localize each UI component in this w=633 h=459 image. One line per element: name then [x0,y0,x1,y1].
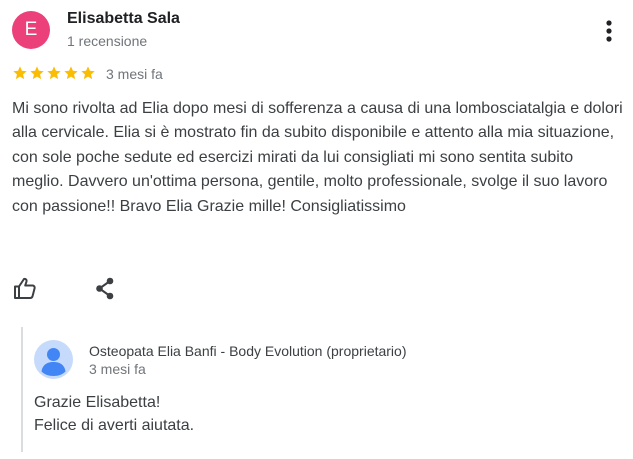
reviewer-review-count: 1 recensione [67,33,148,49]
owner-reply-line: Grazie Elisabetta! [34,394,161,411]
reviewer-name[interactable]: Elisabetta Sala [67,10,180,28]
star-rating [12,65,96,83]
star-icon [81,66,95,80]
star-icon [47,66,61,80]
star-icon [64,66,78,80]
share-button[interactable] [90,273,120,303]
owner-avatar[interactable] [34,340,73,379]
owner-name: Osteopata Elia Banfi - Body Evolution (p… [89,343,407,359]
reply-divider [21,327,23,452]
more-options-button[interactable] [597,14,621,48]
more-vert-icon [606,20,612,42]
like-button[interactable] [10,273,40,303]
owner-reply-line: Felice di averti aiutata. [34,417,195,434]
reviewer-avatar[interactable]: E [12,11,50,49]
review-text: Mi sono rivolta ad Elia dopo mesi di sof… [12,100,623,215]
review-date: 3 mesi fa [106,66,163,82]
share-icon [96,277,114,300]
owner-reply-text: Grazie Elisabetta! Felice di averti aiut… [34,391,194,437]
thumb-up-icon [14,277,36,299]
owner-reply-date: 3 mesi fa [89,361,146,377]
person-icon [34,340,73,379]
star-icon [13,66,27,80]
star-icon [30,66,44,80]
